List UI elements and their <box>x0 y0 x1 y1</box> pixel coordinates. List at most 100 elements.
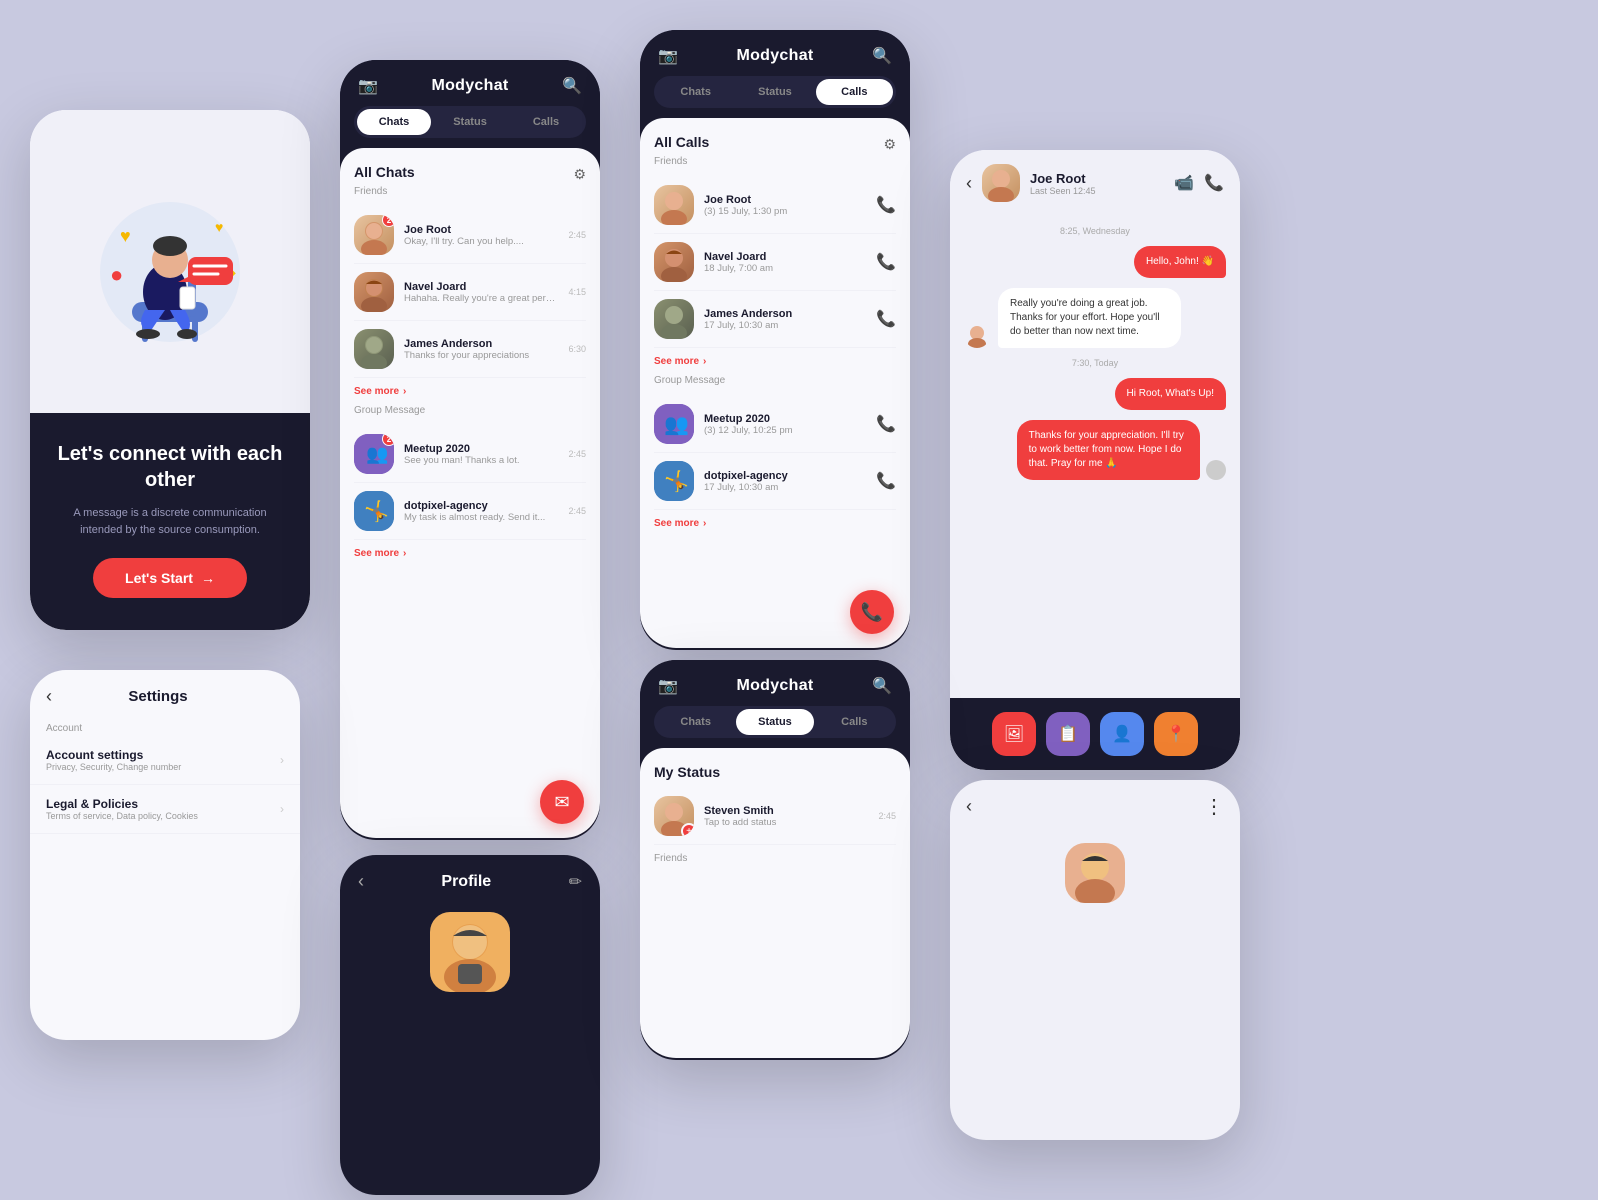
calls-friends-label: Friends <box>654 156 896 167</box>
camera-icon-calls[interactable]: 📷 <box>658 46 678 66</box>
camera-icon-status[interactable]: 📷 <box>658 676 678 696</box>
chats-tab-bar: Chats Status Calls <box>354 106 586 138</box>
profile-avatar <box>430 912 510 992</box>
chat-item-joe[interactable]: 2 Joe Root Okay, I'll try. Can you help.… <box>354 207 586 264</box>
see-more-friends[interactable]: See more › <box>354 386 586 397</box>
call-item-dotpixel[interactable]: 🤸 dotpixel-agency 17 July, 10:30 am 📞 <box>654 453 896 510</box>
call-phone-icon-joe[interactable]: 📞 <box>876 195 896 215</box>
filter-icon-calls[interactable]: ⚙ <box>883 136 896 153</box>
video-call-icon[interactable]: 📹 <box>1174 173 1194 193</box>
call-item-meetup[interactable]: 👥 Meetup 2020 (3) 12 July, 10:25 pm 📞 <box>654 396 896 453</box>
status-body: My Status + Steven Smith Tap to add stat… <box>640 748 910 1058</box>
chat-item-james[interactable]: James Anderson Thanks for your appreciat… <box>354 321 586 378</box>
badge-meetup: 2 <box>382 434 394 446</box>
chat-time-dotpixel: 2:45 <box>568 506 586 516</box>
lets-start-button[interactable]: Let's Start → <box>93 558 247 598</box>
my-status-title: My Status <box>654 764 896 780</box>
status-tab-bar: Chats Status Calls <box>654 706 896 738</box>
chat-name-dotpixel: dotpixel-agency <box>404 500 558 512</box>
msg-date-today: 7:30, Today <box>964 358 1226 368</box>
call-item-james[interactable]: James Anderson 17 July, 10:30 am 📞 <box>654 291 896 348</box>
calls-group-label: Group Message <box>654 375 896 386</box>
chat-item-meetup[interactable]: 👥 2 Meetup 2020 See you man! Thanks a lo… <box>354 426 586 483</box>
chat-info-james: James Anderson Thanks for your appreciat… <box>404 338 558 361</box>
chat-preview-james: Thanks for your appreciations <box>404 350 558 361</box>
search-icon-calls[interactable]: 🔍 <box>872 46 892 66</box>
settings-back-button[interactable]: ‹ <box>46 686 52 707</box>
see-more-calls-friends[interactable]: See more › <box>654 356 896 367</box>
status-app-title: Modychat <box>736 677 813 695</box>
status-time-steven: 2:45 <box>878 811 896 821</box>
chat2-back-button[interactable]: ‹ <box>966 796 972 817</box>
settings-legal-title: Legal & Policies <box>46 797 280 811</box>
welcome-title: Let's connect with each other <box>54 441 286 493</box>
call-info-meetup: Meetup 2020 (3) 12 July, 10:25 pm <box>704 413 866 436</box>
detail-last-seen: Last Seen 12:45 <box>1030 186 1096 196</box>
file-icon: 📋 <box>1058 724 1078 744</box>
chat2-more-icon[interactable]: ⋮ <box>1204 794 1224 819</box>
compose-icon: ✉ <box>554 792 569 813</box>
action-file-btn[interactable]: 📋 <box>1046 712 1090 756</box>
call-item-joe[interactable]: Joe Root (3) 15 July, 1:30 pm 📞 <box>654 177 896 234</box>
call-phone-icon-meetup[interactable]: 📞 <box>876 414 896 434</box>
message-container: 8:25, Wednesday Hello, John! 👋 Really yo… <box>950 216 1240 706</box>
chat-detail-card: ‹ Joe Root Last Seen 12:45 📹 📞 8:25, Wed… <box>950 150 1240 770</box>
call-avatar-james <box>654 299 694 339</box>
all-chats-title: All Chats <box>354 164 415 180</box>
location-icon: 📍 <box>1166 724 1186 744</box>
filter-icon[interactable]: ⚙ <box>573 166 586 183</box>
calls-body: All Calls ⚙ Friends Joe Root (3) 15 July… <box>640 118 910 648</box>
status-item-steven[interactable]: + Steven Smith Tap to add status 2:45 <box>654 788 896 845</box>
back-button[interactable]: ‹ <box>966 173 972 194</box>
calls-header: 📷 Modychat 🔍 <box>640 30 910 76</box>
settings-item-legal[interactable]: Legal & Policies Terms of service, Data … <box>30 785 300 834</box>
tab-chats-calls[interactable]: Chats <box>657 79 734 105</box>
tab-chats-status[interactable]: Chats <box>657 709 734 735</box>
bottom-action-bar: 🖼 📋 👤 📍 <box>950 698 1240 770</box>
chat-name-navel: Navel Joard <box>404 281 558 293</box>
call-info-joe: Joe Root (3) 15 July, 1:30 pm <box>704 194 866 217</box>
compose-fab[interactable]: ✉ <box>540 780 584 824</box>
tab-calls-status[interactable]: Calls <box>816 709 893 735</box>
tab-chats[interactable]: Chats <box>357 109 431 135</box>
call-item-navel[interactable]: Navel Joard 18 July, 7:00 am 📞 <box>654 234 896 291</box>
call-fab[interactable]: 📞 <box>850 590 894 634</box>
chats-header: 📷 Modychat 🔍 <box>340 60 600 106</box>
settings-item-account[interactable]: Account settings Privacy, Security, Chan… <box>30 736 300 785</box>
profile-card: ‹ Profile ✏ <box>340 855 600 1195</box>
action-image-btn[interactable]: 🖼 <box>992 712 1036 756</box>
action-contact-btn[interactable]: 👤 <box>1100 712 1144 756</box>
search-icon-status[interactable]: 🔍 <box>872 676 892 696</box>
call-phone-icon-james[interactable]: 📞 <box>876 309 896 329</box>
chat-item-dotpixel[interactable]: 🤸 dotpixel-agency My task is almost read… <box>354 483 586 540</box>
tab-calls[interactable]: Calls <box>509 109 583 135</box>
chat-preview-dotpixel: My task is almost ready. Send it... <box>404 512 558 523</box>
tab-status[interactable]: Status <box>433 109 507 135</box>
tab-calls-active[interactable]: Calls <box>816 79 893 105</box>
welcome-bottom: Let's connect with each other A message … <box>30 413 310 630</box>
tab-status-active[interactable]: Status <box>736 709 813 735</box>
group-label: Group Message <box>354 405 586 416</box>
call-phone-icon-dotpixel[interactable]: 📞 <box>876 471 896 491</box>
welcome-illustration-area: ♥ ♥ ● ◆ <box>30 110 310 413</box>
see-more-groups[interactable]: See more › <box>354 548 586 559</box>
call-info-dotpixel: dotpixel-agency 17 July, 10:30 am <box>704 470 866 493</box>
chat-preview-meetup: See you man! Thanks a lot. <box>404 455 558 466</box>
voice-call-icon[interactable]: 📞 <box>1204 173 1224 193</box>
chat-item-navel[interactable]: Navel Joard Hahaha. Really you're a grea… <box>354 264 586 321</box>
tab-status-calls[interactable]: Status <box>736 79 813 105</box>
msg-appreciation: Thanks for your appreciation. I'll try t… <box>1017 420 1200 480</box>
avatar-navel <box>354 272 394 312</box>
status-sub-steven: Tap to add status <box>704 817 868 828</box>
call-phone-icon-navel[interactable]: 📞 <box>876 252 896 272</box>
call-avatar-meetup: 👥 <box>654 404 694 444</box>
search-icon[interactable]: 🔍 <box>562 76 582 96</box>
profile-edit-icon[interactable]: ✏ <box>569 872 582 892</box>
settings-account-chevron: › <box>280 753 284 767</box>
action-location-btn[interactable]: 📍 <box>1154 712 1198 756</box>
chat-time-joe: 2:45 <box>568 230 586 240</box>
call-avatar-joe <box>654 185 694 225</box>
small-avatar-joe <box>964 322 990 348</box>
see-more-calls-groups[interactable]: See more › <box>654 518 896 529</box>
camera-icon[interactable]: 📷 <box>358 76 378 96</box>
